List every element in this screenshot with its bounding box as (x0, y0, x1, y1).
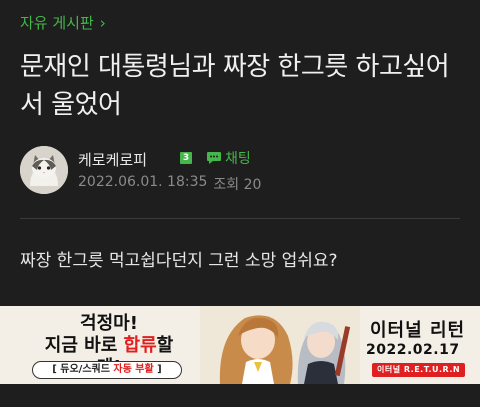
ad-tag: 이터널 R.E.T.U.R.N (372, 363, 466, 377)
chat-button[interactable]: 채팅 (206, 148, 251, 168)
divider (20, 218, 460, 219)
board-label: 자유 게시판 (20, 14, 94, 32)
author-row: 케로케로피 3 채팅 2022.06.01. 18:35 조회 20 (20, 146, 460, 198)
game-characters-illustration (200, 306, 360, 384)
ad-pill-post: ] (153, 364, 162, 375)
ad-game-title: 이터널 리턴 (370, 320, 466, 341)
post-body: 짜장 한그릇 먹고쉽다던지 그런 소망 업쉬요? (20, 251, 338, 271)
ad-pill-highlight: 자동 부활 (113, 364, 154, 375)
chat-bubble-icon (207, 152, 221, 164)
cat-avatar-icon[interactable] (20, 146, 68, 194)
ad-headline-line1: 걱정마! (80, 313, 138, 334)
post-meta: 2022.06.01. 18:35 조회 20 (78, 174, 261, 194)
level-badge: 3 (180, 152, 192, 164)
view-count: 조회 20 (213, 177, 262, 193)
board-link[interactable]: 자유 게시판 › (20, 12, 106, 33)
chat-label: 채팅 (225, 151, 251, 167)
post-date: 2022.06.01. 18:35 (78, 174, 208, 190)
ad-date: 2022.02.17 (366, 342, 460, 358)
ad-pill-pre: [ 듀오/스쿼드 (52, 364, 114, 375)
author-name[interactable]: 케로케로피 (78, 149, 147, 170)
ad-banner[interactable]: 걱정마! 지금 바로 합류할게! [ 듀오/스쿼드 자동 부활 ] 이터널 리턴… (0, 306, 480, 384)
ad-headline-pre: 지금 바로 (44, 335, 124, 356)
post-title: 문재인 대통령님과 짜장 한그릇 하고싶어서 울었어 (20, 52, 450, 120)
ad-pill: [ 듀오/스쿼드 자동 부활 ] (32, 361, 182, 379)
chevron-right-icon: › (99, 13, 106, 32)
ad-headline-highlight: 합류 (123, 335, 157, 356)
